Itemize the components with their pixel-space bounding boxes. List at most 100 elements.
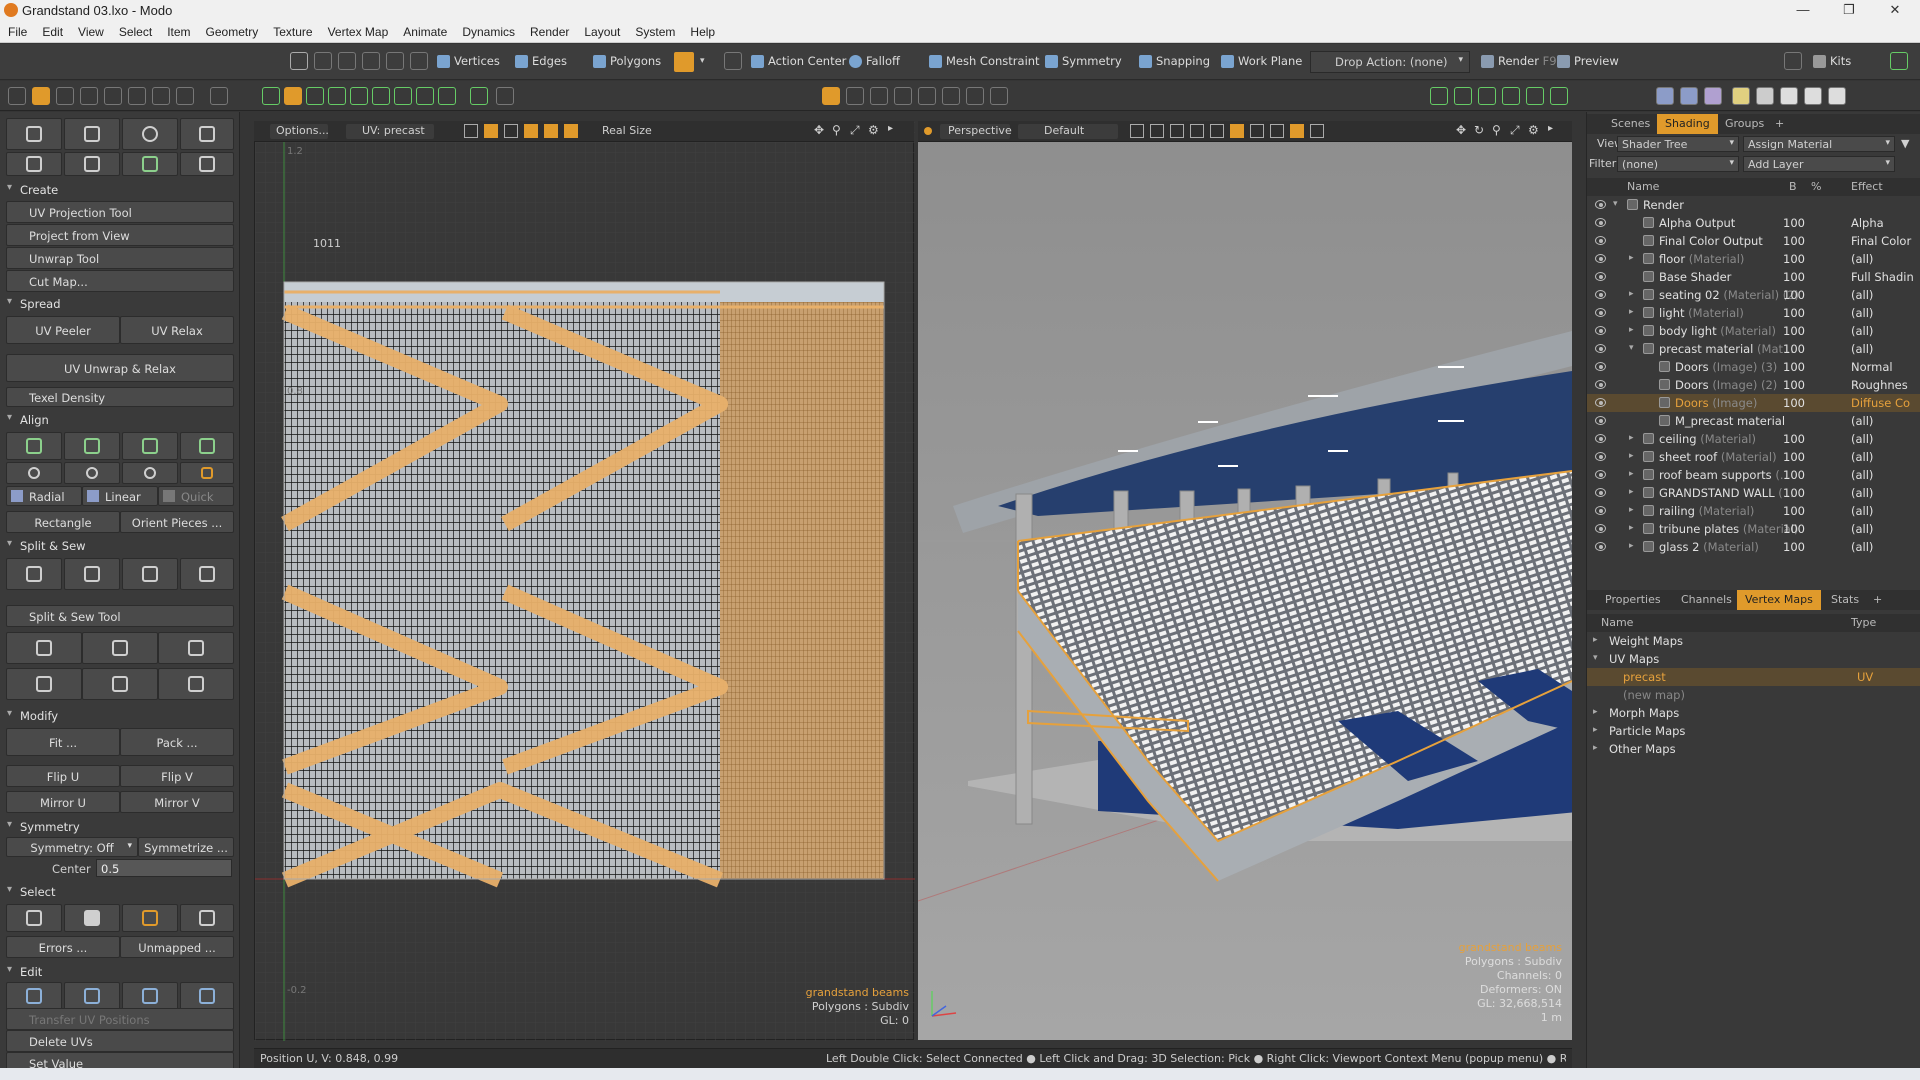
shader-tree-row[interactable]: ▸ GRANDSTAND WALL (... 100 (all) [1587, 484, 1920, 502]
visibility-eye-icon[interactable] [1595, 398, 1606, 407]
shader-tree-row[interactable]: ▸ sheet roof (Material) 100 (all) [1587, 448, 1920, 466]
menu-select[interactable]: Select [111, 22, 159, 39]
shader-ball-icon[interactable] [1680, 87, 1698, 105]
expand-toggle-icon[interactable]: ▸ [1629, 433, 1634, 443]
edit-uv-move-icon[interactable] [64, 982, 120, 1010]
flip-u-button[interactable]: Flip U [6, 765, 120, 787]
pack-button[interactable]: Pack ... [120, 728, 234, 756]
linear-button[interactable]: Linear [82, 486, 158, 506]
wire-toggle-icon[interactable] [1150, 124, 1164, 138]
zoom-icon[interactable]: ⚲ [1492, 123, 1501, 137]
rectangle-button[interactable]: Rectangle [6, 511, 120, 533]
texel-density-button[interactable]: Texel Density [6, 387, 234, 407]
modify-section-header[interactable]: Modify [0, 706, 236, 726]
visibility-eye-icon[interactable] [1595, 380, 1606, 389]
uv-relax-button[interactable]: UV Relax [120, 316, 234, 344]
lasso-icon[interactable] [362, 52, 380, 70]
visibility-eye-icon[interactable] [1595, 272, 1606, 281]
zoom-icon[interactable]: ⚲ [832, 123, 841, 137]
expand-toggle-icon[interactable]: ▸ [1629, 253, 1634, 263]
node-icon[interactable] [1526, 87, 1544, 105]
expand-toggle-icon[interactable]: ▾ [1613, 199, 1618, 209]
menu-animate[interactable]: Animate [395, 22, 454, 39]
crop-icon[interactable] [966, 87, 984, 105]
menu-vertex-map[interactable]: Vertex Map [320, 22, 396, 39]
refresh-icon[interactable] [210, 87, 228, 105]
env-ball-icon[interactable] [1756, 87, 1774, 105]
visibility-eye-icon[interactable] [1595, 470, 1606, 479]
expand-icon[interactable] [416, 87, 434, 105]
symmetry-toggle-icon[interactable] [724, 52, 742, 70]
filter-funnel-icon[interactable]: ▼ [1901, 137, 1909, 150]
layout-icon[interactable] [1890, 52, 1908, 70]
rotate-icon[interactable]: ↻ [1474, 123, 1484, 137]
tab-add-properties[interactable]: + [1865, 590, 1890, 610]
transfer-uv-positions-button[interactable]: Transfer UV Positions [6, 1008, 234, 1030]
move-tool-icon[interactable] [290, 52, 308, 70]
spread-section-header[interactable]: Spread [0, 294, 236, 314]
perspective-select[interactable]: Perspective [940, 124, 1012, 139]
scene-canvas[interactable] [918, 121, 1572, 1040]
texture-toggle-icon[interactable] [1190, 124, 1204, 138]
material-ball-icon[interactable] [1656, 87, 1674, 105]
vertex-map-row[interactable]: ▸ Other Maps [1587, 740, 1920, 758]
uv-pixel-icon[interactable] [524, 124, 538, 138]
add-layer-select[interactable]: Add Layer ▾ [1743, 156, 1895, 172]
mesh-icon[interactable] [262, 87, 280, 105]
assign-material-select[interactable]: Assign Material ▾ [1743, 136, 1895, 152]
uv-unwrap-relax-button[interactable]: UV Unwrap & Relax [6, 354, 234, 382]
viewport-settings-icon[interactable]: ⚙ [868, 123, 879, 137]
uv-transform-big-icon[interactable] [180, 118, 234, 150]
tab-vertex-maps[interactable]: Vertex Maps [1737, 590, 1821, 610]
straighten-icon[interactable] [180, 462, 234, 484]
vertex-map-row[interactable]: (new map) [1587, 686, 1920, 704]
viewport-menu-icon[interactable]: ▸ [888, 123, 893, 134]
uv-mode-icon[interactable] [284, 87, 302, 105]
menu-file[interactable]: File [0, 22, 34, 39]
tool-icon[interactable] [80, 87, 98, 105]
cube-icon[interactable] [8, 87, 26, 105]
select-border-icon[interactable] [122, 904, 178, 932]
menu-layout[interactable]: Layout [576, 22, 627, 39]
uv-unwrap-big-icon[interactable] [122, 118, 178, 150]
menu-dynamics[interactable]: Dynamics [454, 22, 522, 39]
preview-button[interactable]: Preview [1552, 51, 1625, 73]
drop-action-select[interactable]: Drop Action: (none) ▾ [1310, 51, 1470, 73]
delete-uvs-button[interactable]: Delete UVs [6, 1030, 234, 1052]
shader-tree-row[interactable]: Final Color Output 100 Final Color [1587, 232, 1920, 250]
menu-view[interactable]: View [70, 22, 111, 39]
ao-toggle-icon[interactable] [1270, 124, 1284, 138]
falloff-button[interactable]: Falloff [844, 51, 906, 73]
uv-move-icon[interactable] [180, 152, 234, 176]
light-toggle-icon[interactable] [1230, 124, 1244, 138]
split-both-icon[interactable] [82, 632, 158, 664]
expand-toggle-icon[interactable]: ▸ [1593, 635, 1598, 645]
align-up-icon[interactable] [6, 432, 62, 460]
uv-peeler-button[interactable]: UV Peeler [6, 316, 120, 344]
kits-button[interactable]: Kits [1808, 51, 1857, 73]
select-tool-icon[interactable] [314, 52, 332, 70]
uv-overlap-icon[interactable] [564, 124, 578, 138]
shader-tree-row[interactable]: ▾ Render [1587, 196, 1920, 214]
render-view-icon[interactable] [942, 87, 960, 105]
edges-button[interactable]: Edges [510, 51, 573, 73]
zoom-icon[interactable] [176, 87, 194, 105]
shader-tree-row[interactable]: Alpha Output 100 Alpha [1587, 214, 1920, 232]
bbox-toggle-icon[interactable] [1170, 124, 1184, 138]
edit-uv-icon[interactable] [6, 982, 62, 1010]
visibility-eye-icon[interactable] [1595, 434, 1606, 443]
reflection-toggle-icon[interactable] [1290, 124, 1304, 138]
fit-view-icon[interactable]: ⤢ [1510, 123, 1520, 138]
errors-button[interactable]: Errors ... [6, 936, 120, 958]
edit-section-header[interactable]: Edit [0, 962, 236, 982]
flip-v-button[interactable]: Flip V [120, 765, 234, 787]
uv-projection-big-icon[interactable] [6, 118, 62, 150]
expand-toggle-icon[interactable]: ▸ [1593, 725, 1598, 735]
shader-tree-row[interactable]: ▸ floor (Material) 100 (all) [1587, 250, 1920, 268]
plus-icon[interactable] [990, 87, 1008, 105]
light-icon[interactable] [918, 87, 936, 105]
center-value-field[interactable]: 0.5 [96, 859, 232, 877]
uv-frame-icon[interactable] [484, 124, 498, 138]
work-plane-button[interactable]: Work Plane [1216, 51, 1308, 73]
symmetrize-button[interactable]: Symmetrize ... [138, 837, 234, 857]
